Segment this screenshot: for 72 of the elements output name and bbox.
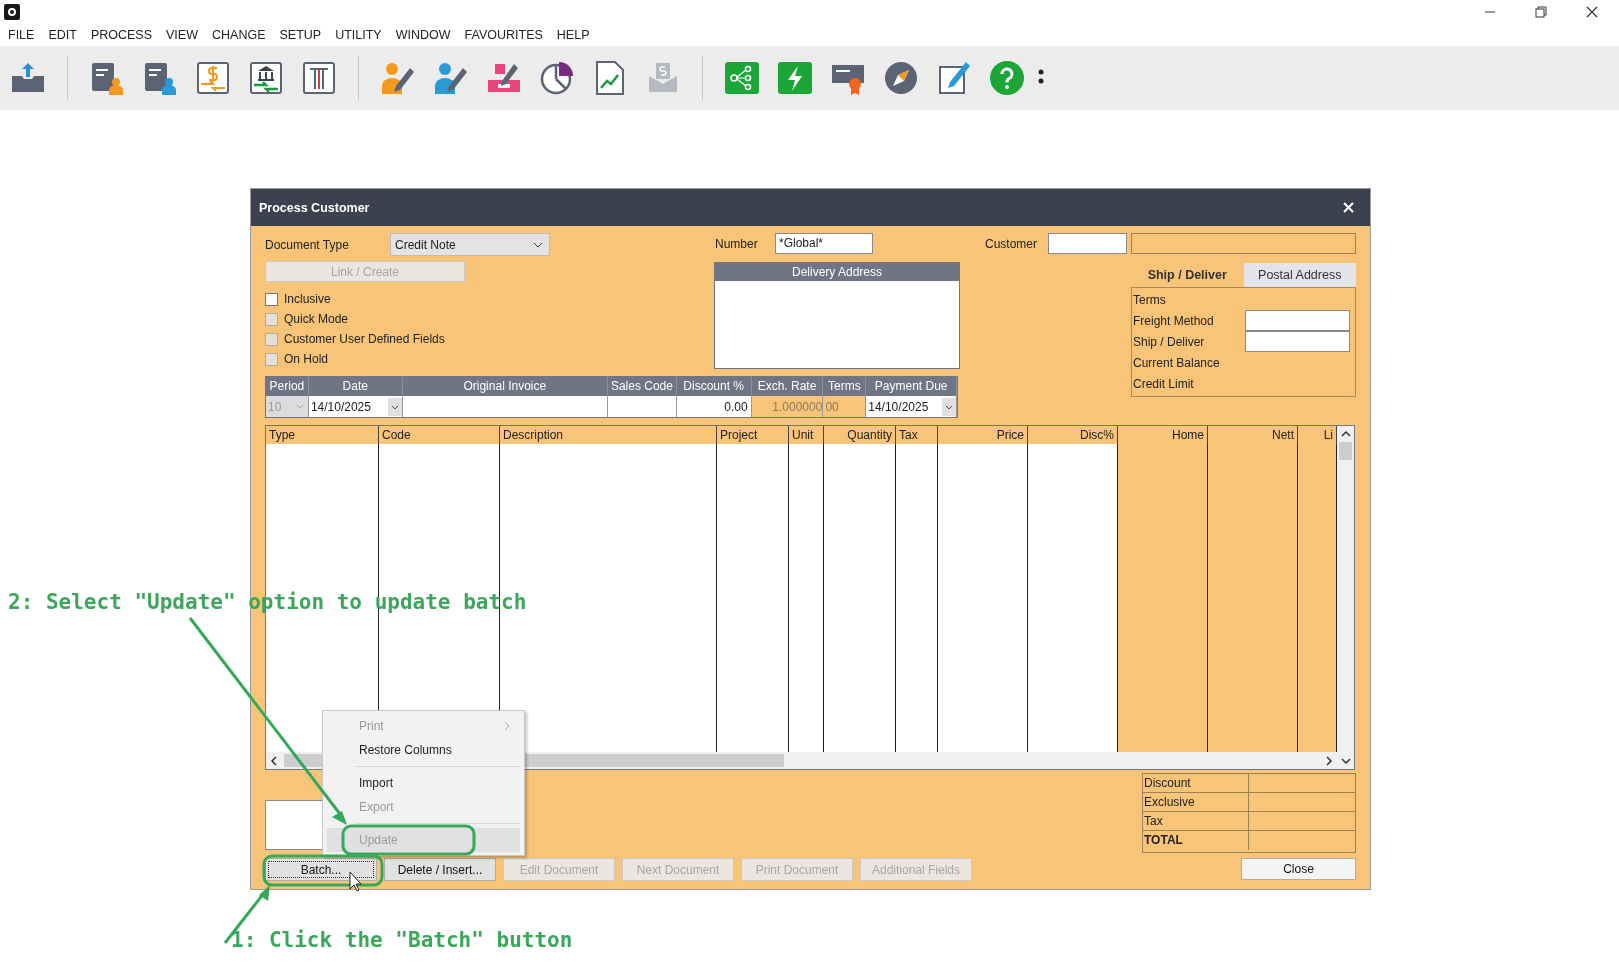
menu-item[interactable]: FAVOURITES: [464, 28, 543, 42]
edit-icon[interactable]: [936, 60, 972, 96]
pie-chart-icon[interactable]: [539, 60, 575, 96]
total-label: TOTAL: [1143, 831, 1249, 850]
checkbox-label: Customer User Defined Fields: [284, 332, 445, 346]
field-label: Credit Limit: [1133, 376, 1194, 391]
document-person-icon[interactable]: [89, 60, 125, 96]
field-label: Number: [715, 236, 759, 251]
menu-item[interactable]: HELP: [556, 28, 590, 42]
total-label: Exclusive: [1143, 793, 1249, 811]
delivery-address-box[interactable]: Delivery Address: [714, 262, 960, 369]
close-button[interactable]: Close: [1241, 858, 1356, 880]
menu-item[interactable]: VIEW: [166, 28, 198, 42]
menu-item[interactable]: EDIT: [48, 28, 77, 42]
scroll-right-icon[interactable]: [1325, 755, 1333, 766]
menu-item[interactable]: CHANGE: [212, 28, 266, 42]
scroll-up-icon[interactable]: [1340, 430, 1351, 438]
checkbox-label: Inclusive: [284, 292, 331, 306]
text-frame-icon[interactable]: [301, 60, 337, 96]
field-label: Ship / Deliver: [1133, 334, 1205, 349]
action-button[interactable]: Batch...: [265, 858, 377, 881]
person-pencil-icon[interactable]: [433, 60, 469, 96]
dropdown-field[interactable]: 14/10/2025: [866, 396, 957, 417]
number-field[interactable]: *Global*: [775, 233, 873, 254]
dialog-title: Process Customer: [259, 200, 370, 215]
chevron-down-icon: [295, 404, 304, 409]
menu-item[interactable]: FILE: [8, 28, 35, 42]
tab[interactable]: Postal Address: [1243, 263, 1356, 287]
checkbox-label: On Hold: [284, 352, 329, 366]
mouse-cursor-icon: [349, 871, 362, 892]
customer-field[interactable]: [1048, 233, 1127, 254]
close-icon[interactable]: [1586, 6, 1598, 18]
input-field[interactable]: [1245, 331, 1350, 352]
lightning-icon[interactable]: [777, 60, 813, 96]
menu-item[interactable]: UTILITY: [335, 28, 382, 42]
dropdown-field[interactable]: 14/10/2025: [308, 396, 403, 417]
vertical-scrollbar[interactable]: [1337, 426, 1354, 769]
document-person-icon[interactable]: [142, 60, 178, 96]
menu-item[interactable]: Restore Columns: [327, 738, 520, 762]
menu-item[interactable]: SETUP: [279, 28, 322, 42]
scroll-thumb[interactable]: [1339, 442, 1352, 460]
total-label: Discount: [1143, 774, 1249, 792]
field-label: Customer: [985, 236, 1038, 251]
checkbox-label: Quick Mode: [284, 312, 349, 326]
field-label: Terms: [1133, 292, 1166, 307]
field-label: Document Type: [265, 237, 350, 252]
compass-icon[interactable]: [883, 60, 919, 96]
column-header: Delivery Address: [715, 263, 959, 281]
chevron-down-icon: [533, 241, 543, 248]
document-type-dropdown[interactable]: Credit Note: [390, 233, 550, 256]
bank-transfer-icon[interactable]: [248, 60, 284, 96]
menu-item[interactable]: PROCESS: [90, 28, 153, 42]
checkbox[interactable]: [265, 292, 278, 306]
restore-icon[interactable]: [1535, 6, 1547, 18]
input-field[interactable]: 0.00: [676, 396, 752, 417]
action-button[interactable]: Delete / Insert...: [384, 858, 496, 881]
dollar-exchange-icon[interactable]: [195, 60, 231, 96]
annotation-text: 1: Click the "Batch" button: [231, 927, 573, 953]
person-pencil-icon[interactable]: [380, 60, 416, 96]
field-label: Freight Method: [1133, 313, 1214, 328]
input-field[interactable]: [608, 396, 677, 417]
input-field[interactable]: [1245, 310, 1350, 331]
help-icon[interactable]: [989, 60, 1025, 96]
menu-item[interactable]: Import: [327, 771, 520, 795]
app-icon: [4, 4, 20, 20]
network-tree-icon[interactable]: [724, 60, 760, 96]
scroll-down-icon[interactable]: [1340, 757, 1351, 765]
menu-item[interactable]: WINDOW: [395, 28, 451, 42]
total-label: Tax: [1143, 812, 1249, 830]
input-field[interactable]: [402, 396, 608, 417]
field-label: Current Balance: [1133, 355, 1220, 370]
scroll-left-icon[interactable]: [270, 755, 278, 766]
